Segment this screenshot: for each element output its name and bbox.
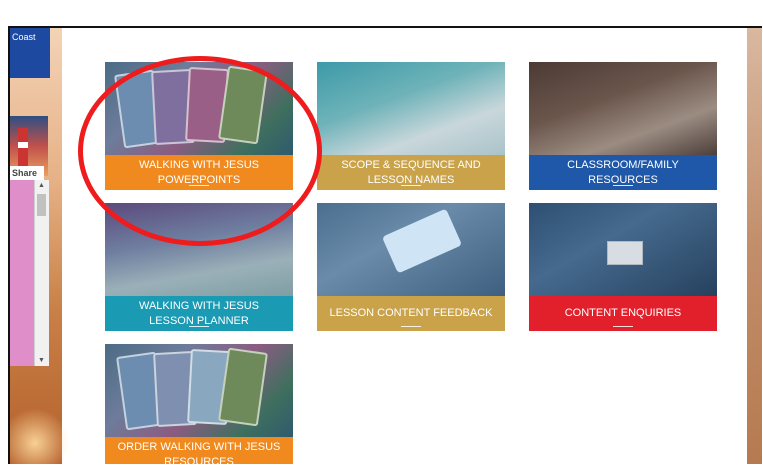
tile-lesson-content-feedback[interactable]: LESSON CONTENT FEEDBACK — [317, 203, 505, 331]
tile-label[interactable]: ORDER WALKING WITH JESUS RESOURCES — [105, 437, 293, 464]
label-underline — [189, 185, 209, 186]
tile-image — [317, 203, 505, 296]
light-glow — [10, 408, 70, 464]
tile-image — [105, 344, 293, 437]
right-background-image — [747, 28, 762, 464]
label-underline — [613, 185, 633, 186]
scroll-thumb[interactable] — [37, 194, 46, 216]
tile-classroom-family-resources[interactable]: CLASSROOM/FAMILY RESOURCES — [529, 62, 717, 190]
side-panel — [10, 180, 34, 366]
label-underline — [189, 326, 209, 327]
label-underline — [401, 185, 421, 186]
share-button[interactable]: Share — [10, 166, 44, 180]
tile-walking-with-jesus-powerpoints[interactable]: WALKING WITH JESUS POWERPOINTS — [105, 62, 293, 190]
phone-image — [381, 208, 463, 274]
site-header-fragment[interactable]: Coast — [10, 28, 50, 78]
tile-image — [529, 203, 717, 296]
label-underline — [401, 326, 421, 327]
tile-image — [529, 62, 717, 155]
envelope-icon — [607, 241, 643, 265]
tile-image — [105, 62, 293, 155]
side-scrollbar[interactable]: ▲ ▼ — [34, 180, 49, 366]
tile-image — [317, 62, 505, 155]
scroll-down-icon[interactable]: ▼ — [38, 357, 45, 364]
browser-viewport: Coast Share ▲ ▼ WALKING WITH JESUS POWER… — [8, 26, 762, 464]
tile-image — [105, 203, 293, 296]
scroll-up-icon[interactable]: ▲ — [38, 182, 45, 189]
tile-scope-and-sequence[interactable]: SCOPE & SEQUENCE AND LESSON NAMES — [317, 62, 505, 190]
tile-order-resources[interactable]: ORDER WALKING WITH JESUS RESOURCES — [105, 344, 293, 464]
label-underline — [613, 326, 633, 327]
tile-content-enquiries[interactable]: CONTENT ENQUIRIES — [529, 203, 717, 331]
tile-lesson-planner[interactable]: WALKING WITH JESUS LESSON PLANNER — [105, 203, 293, 331]
lighthouse-tower — [18, 128, 28, 168]
